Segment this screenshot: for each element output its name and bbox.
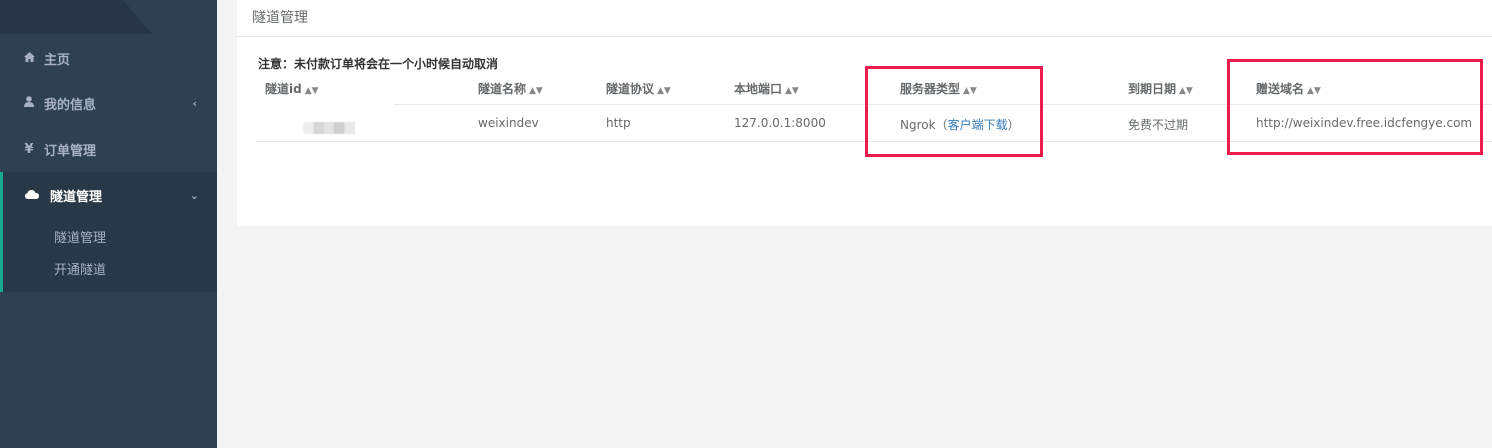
sidebar-subitem-open-tunnel[interactable]: 开通隧道 bbox=[54, 259, 106, 278]
sidebar-header bbox=[0, 0, 217, 34]
cell-tunnel-name: weixindev bbox=[478, 116, 539, 130]
sort-icon: ▲▼ bbox=[304, 86, 319, 96]
sidebar-item-tunnels[interactable]: 隧道管理 ⌄ bbox=[3, 172, 217, 218]
cloud-icon bbox=[25, 188, 41, 203]
sort-icon: ▲▼ bbox=[1179, 86, 1193, 96]
column-header-protocol[interactable]: 隧道协议 ▲▼ bbox=[606, 80, 671, 97]
column-header-expiry-date[interactable]: 到期日期 ▲▼ bbox=[1128, 80, 1193, 97]
cell-expiry: 免费不过期 bbox=[1128, 118, 1189, 132]
cell-protocol: http bbox=[606, 116, 631, 130]
highlight-box-server-type bbox=[865, 66, 1043, 157]
sidebar-subitem-tunnel-management[interactable]: 隧道管理 bbox=[54, 227, 106, 246]
notice-text: 注意：未付款订单将会在一个小时候自动取消 bbox=[258, 57, 499, 71]
sidebar-item-label: 订单管理 bbox=[44, 143, 97, 159]
yen-icon: ¥ bbox=[24, 141, 34, 157]
sidebar-item-label: 主页 bbox=[44, 52, 71, 68]
main-panel: 隧道管理 注意：未付款订单将会在一个小时候自动取消 隧道id ▲▼ 隧道名称 ▲▼ … bbox=[237, 0, 1492, 226]
column-header-local-port[interactable]: 本地端口 ▲▼ bbox=[734, 80, 799, 97]
home-icon bbox=[22, 51, 36, 65]
chevron-down-icon: ⌄ bbox=[189, 188, 199, 202]
sidebar-item-my-info[interactable]: 我的信息 ‹ bbox=[0, 80, 217, 126]
panel-header: 隧道管理 bbox=[237, 0, 1492, 37]
column-header-tunnel-name[interactable]: 隧道名称 ▲▼ bbox=[478, 80, 543, 97]
chevron-left-icon: ‹ bbox=[192, 96, 197, 110]
highlight-box-gift-domain bbox=[1227, 59, 1483, 155]
sidebar-item-label: 隧道管理 bbox=[50, 189, 103, 205]
sidebar: 主页 我的信息 ‹ ¥ 订单管理 隧道管理 ⌄ 隧道管理 开通隧道 bbox=[0, 0, 217, 448]
sidebar-group-tunnels: 隧道管理 ⌄ 隧道管理 开通隧道 bbox=[0, 172, 217, 292]
sidebar-item-orders[interactable]: ¥ 订单管理 bbox=[0, 126, 217, 172]
sort-icon: ▲▼ bbox=[785, 86, 799, 96]
sidebar-item-label: 我的信息 bbox=[44, 97, 97, 113]
sort-icon: ▲▼ bbox=[529, 86, 543, 96]
user-icon bbox=[22, 96, 36, 110]
cell-local-port: 127.0.0.1:8000 bbox=[734, 116, 826, 130]
sort-icon: ▲▼ bbox=[657, 86, 671, 96]
column-header-tunnel-id[interactable]: 隧道id ▲▼ bbox=[265, 80, 319, 97]
page-title: 隧道管理 bbox=[252, 10, 308, 26]
tunnel-id-redacted bbox=[303, 122, 355, 134]
sidebar-item-home[interactable]: 主页 bbox=[0, 35, 217, 81]
